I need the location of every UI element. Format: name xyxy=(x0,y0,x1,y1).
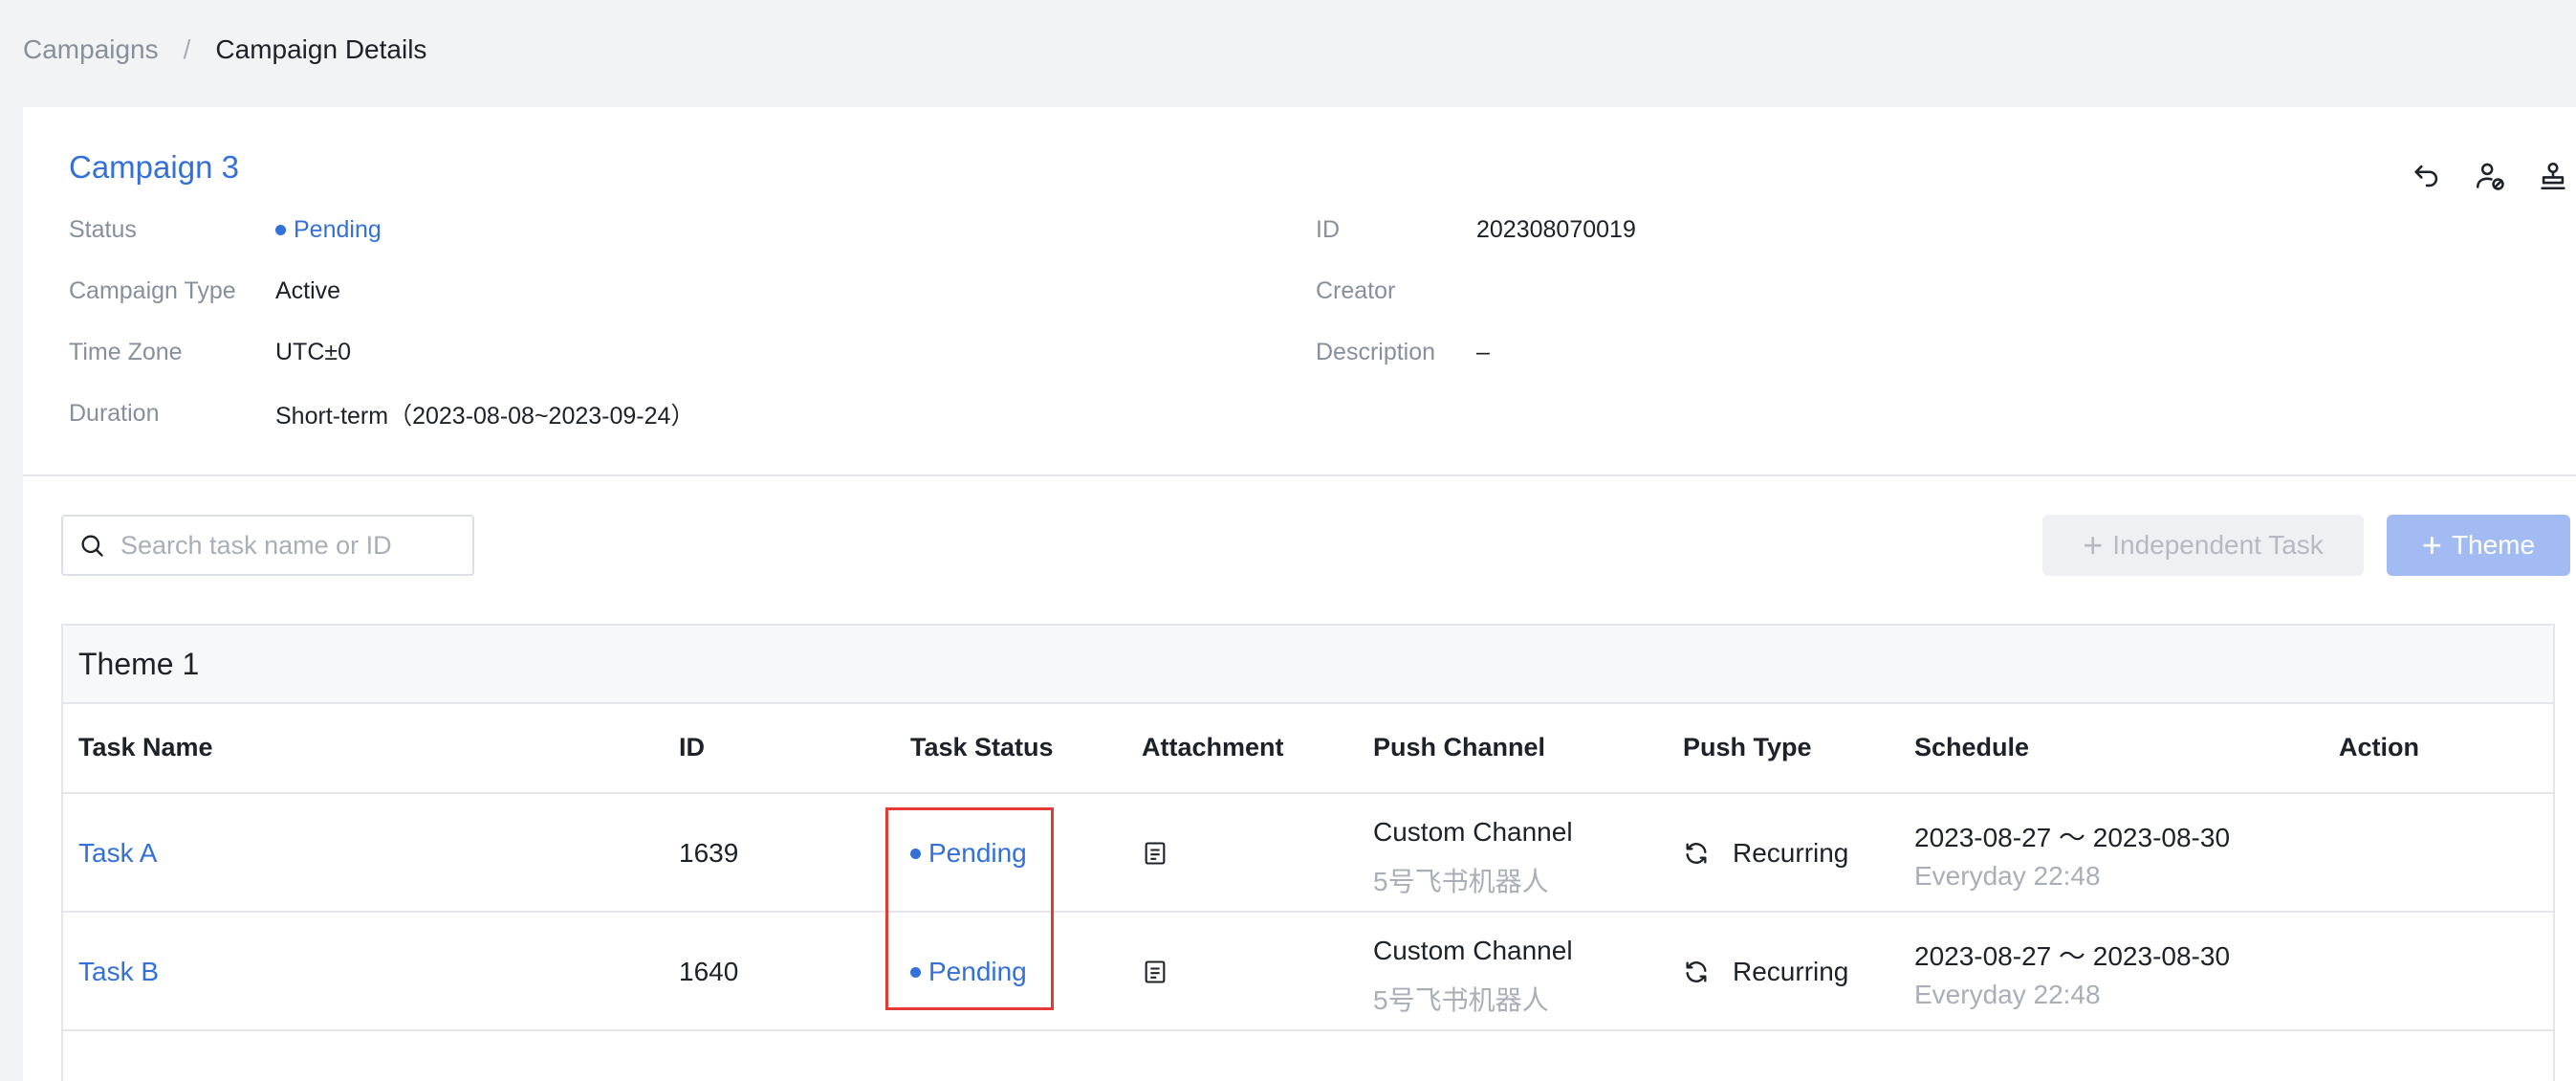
description-label: Description xyxy=(1316,339,1436,365)
time-zone-row: Time Zone UTC±0 xyxy=(69,339,351,366)
header-actions xyxy=(2404,153,2576,199)
breadcrumb-campaigns-link[interactable]: Campaigns xyxy=(23,34,159,65)
search-box xyxy=(61,515,474,576)
time-zone-value: UTC±0 xyxy=(275,339,352,365)
breadcrumb-separator: / xyxy=(183,34,191,64)
column-attachment: Attachment xyxy=(1142,733,1284,761)
id-label: ID xyxy=(1316,216,1340,243)
table-header: Task Name ID Task Status Attachment Push… xyxy=(63,704,2553,794)
push-type: Recurring xyxy=(1733,957,1849,986)
id-value: 202308070019 xyxy=(1476,216,1636,243)
plus-icon: + xyxy=(2421,525,2442,564)
schedule-range: 2023-08-27 ～ 2023-08-30 xyxy=(1914,941,2231,971)
description-row: Description – xyxy=(1316,339,1490,366)
id-row: ID 202308070019 xyxy=(1316,216,1636,244)
add-theme-label: Theme xyxy=(2451,530,2536,560)
push-type: Recurring xyxy=(1733,838,1849,868)
push-channel: Custom Channel xyxy=(1373,817,1573,847)
column-action: Action xyxy=(2339,733,2419,761)
user-block-icon xyxy=(2476,163,2504,190)
document-icon xyxy=(1145,842,1166,865)
duration-label: Duration xyxy=(69,400,160,427)
breadcrumb-current: Campaign Details xyxy=(215,34,427,64)
plus-icon: + xyxy=(2083,525,2104,564)
column-task-name: Task Name xyxy=(78,733,213,761)
creator-row: Creator xyxy=(1316,277,1395,305)
search-input[interactable] xyxy=(120,530,465,561)
column-push-type: Push Type xyxy=(1683,733,1812,761)
recurring-icon xyxy=(1683,840,1710,873)
push-channel: Custom Channel xyxy=(1373,936,1573,965)
page: Campaigns / Campaign Details Campaign 3 xyxy=(0,0,2576,1081)
theme-table: Theme 1 Task Name ID Task Status Attachm… xyxy=(61,624,2555,1081)
duration-value: Short-term（2023-08-08~2023-09-24） xyxy=(275,402,695,430)
column-task-status: Task Status xyxy=(910,733,1054,761)
campaign-card: Campaign 3 Status Pending Campaign Type … xyxy=(23,107,2576,1081)
document-icon xyxy=(1145,960,1166,983)
add-independent-task-button[interactable]: + Independent Task xyxy=(2042,515,2364,576)
column-schedule: Schedule xyxy=(1914,733,2030,761)
campaign-type-label: Campaign Type xyxy=(69,277,236,304)
task-id: 1639 xyxy=(679,838,739,868)
time-zone-label: Time Zone xyxy=(69,339,183,365)
task-name-link[interactable]: Task B xyxy=(78,957,159,987)
recurring-icon xyxy=(1683,959,1710,992)
status-highlight-box xyxy=(885,807,1054,1010)
push-channel-sub: 5号飞书机器人 xyxy=(1373,867,1549,896)
campaign-type-row: Campaign Type Active xyxy=(69,277,340,305)
stamp-button[interactable] xyxy=(2530,153,2576,199)
campaign-type-value: Active xyxy=(275,277,341,304)
campaign-title: Campaign 3 xyxy=(69,149,239,185)
undo-button[interactable] xyxy=(2404,153,2450,199)
attachment-button[interactable] xyxy=(1142,840,1168,873)
schedule-range: 2023-08-27 ～ 2023-08-30 xyxy=(1914,823,2231,852)
status-row: Status Pending xyxy=(69,216,382,244)
add-theme-button[interactable]: + Theme xyxy=(2387,515,2570,576)
creator-label: Creator xyxy=(1316,277,1396,304)
description-value: – xyxy=(1476,339,1490,365)
status-value: Pending xyxy=(275,216,382,244)
user-block-button[interactable] xyxy=(2467,153,2513,199)
column-id: ID xyxy=(679,733,705,761)
add-independent-task-label: Independent Task xyxy=(2112,530,2324,560)
undo-icon xyxy=(2414,165,2438,188)
stamp-icon xyxy=(2541,162,2565,190)
breadcrumb: Campaigns / Campaign Details xyxy=(23,34,426,65)
table-row: Task B 1640 Pending Custom Channel 5号飞书机… xyxy=(63,913,2553,1031)
theme-header: Theme 1 xyxy=(63,626,2553,704)
attachment-button[interactable] xyxy=(1142,959,1168,992)
duration-row: Duration Short-term（2023-08-08~2023-09-2… xyxy=(69,400,694,430)
status-dot-icon xyxy=(275,225,286,235)
status-label: Status xyxy=(69,216,137,243)
search-icon xyxy=(81,535,103,557)
task-id: 1640 xyxy=(679,957,739,986)
schedule-time: Everyday 22:48 xyxy=(1914,980,2101,1009)
push-channel-sub: 5号飞书机器人 xyxy=(1373,985,1549,1015)
schedule-time: Everyday 22:48 xyxy=(1914,861,2101,891)
campaign-info-section: Campaign 3 Status Pending Campaign Type … xyxy=(23,107,2576,476)
status-text: Pending xyxy=(294,216,382,243)
task-name-link[interactable]: Task A xyxy=(78,838,157,869)
column-push-channel: Push Channel xyxy=(1373,733,1546,761)
table-row: Task A 1639 Pending Custom Channel 5号飞书机… xyxy=(63,794,2553,913)
